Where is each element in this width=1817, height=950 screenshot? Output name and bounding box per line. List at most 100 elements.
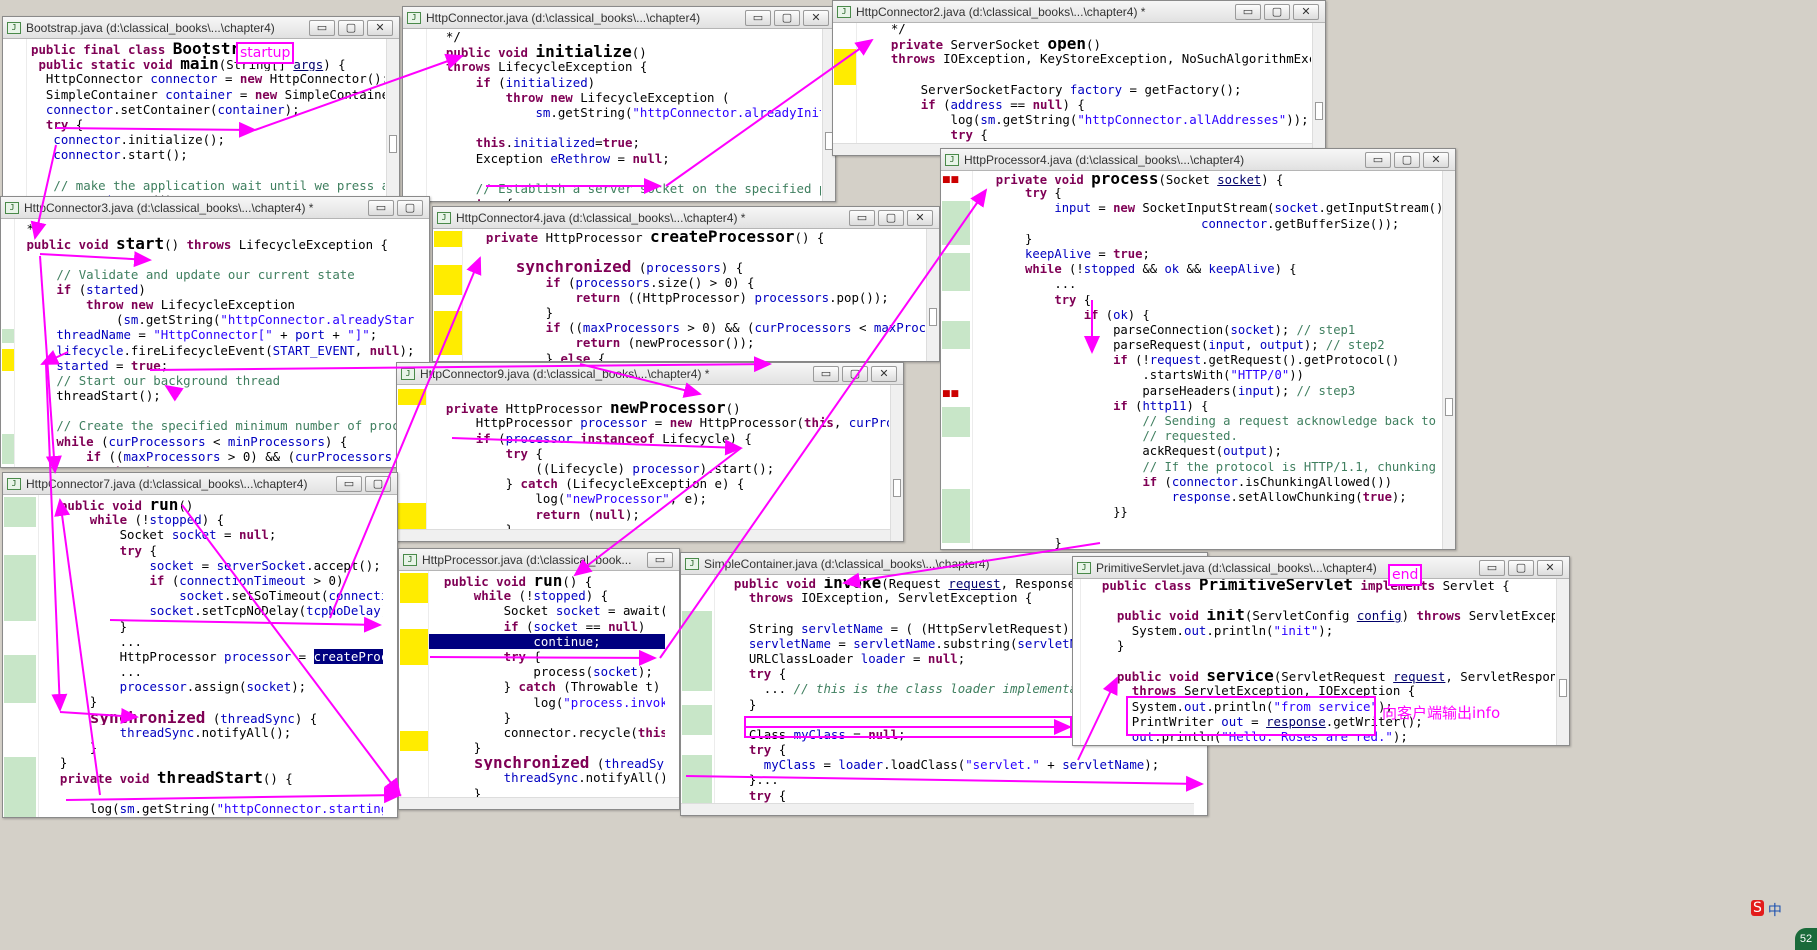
close-button[interactable]: ✕ [1293,3,1319,20]
code-line[interactable]: process(socket); [429,664,665,679]
vertical-scrollbar[interactable] [926,229,939,361]
minimize-button[interactable]: ▭ [647,551,673,568]
code-line[interactable]: lifecycle.fireLifecycleEvent(START_EVENT… [19,343,415,358]
code-line[interactable]: } [45,755,383,770]
minimize-button[interactable]: ▭ [1235,3,1261,20]
code-line[interactable]: // Create the specified minimum number o… [19,418,415,433]
title-bar[interactable]: J HttpConnector7.java (d:\classical_books… [3,473,397,495]
code-line[interactable]: private void threadStart() { [45,770,383,785]
code-line[interactable] [431,166,821,181]
code-line[interactable]: parseHeaders(input); // step3 [981,386,1441,401]
code-line[interactable]: return (null); [431,507,889,522]
minimize-button[interactable]: ▭ [745,9,771,26]
code-line[interactable]: // Establish a server socket on the spec… [431,181,821,196]
vertical-scrollbar[interactable] [1442,171,1455,549]
code-line[interactable]: ServerSocketFactory factory = getFactory… [861,82,1311,97]
code-line[interactable]: parseConnection(socket); // step1 [981,325,1441,340]
code-line[interactable]: HttpProcessor processor = createProcesso… [45,648,383,664]
code-line[interactable]: if (connectionTimeout > 0) [45,573,383,588]
code-line[interactable]: Exception eRethrow = null; [431,151,821,166]
code-line[interactable]: }} [981,507,1441,522]
httpconnector2-editor-window[interactable]: J HttpConnector2.java (d:\classical_books… [832,0,1326,156]
code-line[interactable]: connector.initialize(); [31,132,385,147]
code-line[interactable]: socket = serverSocket.accept(); [45,558,383,573]
httpprocessor4-editor-window[interactable]: J HttpProcessor4.java (d:\classical_books… [940,148,1456,550]
httpconnector7-editor-window[interactable]: J HttpConnector7.java (d:\classical_books… [2,472,398,818]
code-line[interactable]: ((Lifecycle) processor).start(); [431,461,889,476]
code-line[interactable]: public void service(ServletRequest reque… [1087,670,1555,685]
code-line[interactable]: if (ok) { [981,310,1441,325]
code-line[interactable]: log(sm.getString("httpConnector.starting… [45,801,383,816]
maximize-button[interactable]: ▢ [1264,3,1290,20]
minimize-button[interactable]: ▭ [1365,151,1391,168]
code-line[interactable]: log("process.invoke", t); [429,695,665,710]
code-line[interactable] [431,385,889,400]
code-area[interactable]: private void process(Socket socket) { tr… [981,173,1441,549]
code-line[interactable]: throw new LifecycleException ( [431,90,821,105]
minimize-button[interactable]: ▭ [336,475,362,492]
code-line[interactable]: try { [31,117,385,132]
title-bar[interactable]: J HttpConnector2.java (d:\classical_books… [833,1,1325,23]
close-button[interactable]: ✕ [367,19,393,36]
code-line[interactable]: synchronized (processors) { [471,259,925,274]
code-line[interactable]: public void start() throws LifecycleExce… [19,236,415,251]
code-line[interactable]: (sm.getString("httpConnector.alreadyStar… [19,312,415,327]
code-line[interactable] [45,786,383,801]
code-line[interactable]: return (newProcessor()); [471,335,925,350]
code-line[interactable]: } [429,710,665,725]
title-bar[interactable]: J Bootstrap.java (d:\classical_books\...\… [3,17,399,39]
code-line[interactable]: } [1087,640,1555,655]
code-area[interactable]: */ public void initialize() throws Lifec… [431,29,821,201]
horizontal-scrollbar[interactable] [399,797,679,809]
clock-badge[interactable]: 52 [1795,928,1817,950]
code-line[interactable] [1087,594,1555,609]
close-button[interactable]: ✕ [1423,151,1449,168]
maximize-button[interactable]: ▢ [1394,151,1420,168]
code-line[interactable]: continue; [429,633,665,649]
code-line[interactable]: input = new SocketInputStream(socket.get… [981,203,1441,218]
code-line[interactable]: } catch (LifecycleException e) { [431,476,889,491]
code-line[interactable]: connector.getBufferSize()); [981,219,1441,234]
close-button[interactable]: ✕ [907,209,933,226]
code-line[interactable]: sm.getString("httpConnector.alreadyIniti… [431,105,821,120]
code-line[interactable]: try { [45,543,383,558]
code-line[interactable]: if (address == null) { [861,97,1311,112]
code-line[interactable]: if (started) [19,282,415,297]
code-line[interactable]: private HttpProcessor newProcessor() [431,400,889,415]
title-bar[interactable]: J HttpConnector3.java (d:\classical_books… [1,197,429,219]
code-line[interactable]: } else { [471,351,925,362]
code-line[interactable]: throws LifecycleException { [431,59,821,74]
code-area[interactable]: private HttpProcessor createProcessor() … [471,229,925,362]
code-line[interactable]: try { [431,196,821,201]
vertical-scrollbar[interactable] [1556,579,1569,745]
code-line[interactable]: ackRequest(output); [981,446,1441,461]
maximize-button[interactable]: ▢ [774,9,800,26]
maximize-button[interactable]: ▢ [365,475,391,492]
code-line[interactable]: synchronized (threadSync) { [429,755,665,770]
code-line[interactable]: connector.recycle(this); [429,725,665,740]
code-line[interactable]: myClass = loader.loadClass("servlet." + … [719,759,1193,774]
maximize-button[interactable]: ▢ [842,365,868,382]
code-line[interactable]: */ [431,29,821,44]
code-line[interactable]: SimpleContainer container = new SimpleCo… [31,87,385,102]
code-line[interactable] [19,251,415,266]
minimize-button[interactable]: ▭ [813,365,839,382]
code-line[interactable]: // Start our background thread [19,373,415,388]
title-bar[interactable]: J HttpProcessor.java (d:\classical_book..… [399,549,679,571]
code-line[interactable]: } catch (Throwable t) { [429,679,665,694]
code-line[interactable] [431,120,821,135]
code-line[interactable]: synchronized (threadSync) { [45,710,383,725]
code-line[interactable]: private void process(Socket socket) { [981,173,1441,188]
close-button[interactable]: ✕ [803,9,829,26]
horizontal-scrollbar[interactable] [397,529,890,541]
httpconnector4-editor-window[interactable]: J HttpConnector4.java (d:\classical_books… [432,206,940,362]
code-line[interactable]: while (!stopped && ok && keepAlive) { [981,264,1441,279]
minimize-button[interactable]: ▭ [1479,559,1505,576]
code-area[interactable]: private HttpProcessor newProcessor() Htt… [431,385,889,541]
close-button[interactable]: ✕ [1537,559,1563,576]
code-line[interactable]: } [45,619,383,634]
horizontal-scrollbar[interactable] [681,803,1194,815]
code-line[interactable]: try { [431,446,889,461]
code-line[interactable] [861,67,1311,82]
code-line[interactable]: // requested. [981,431,1441,446]
